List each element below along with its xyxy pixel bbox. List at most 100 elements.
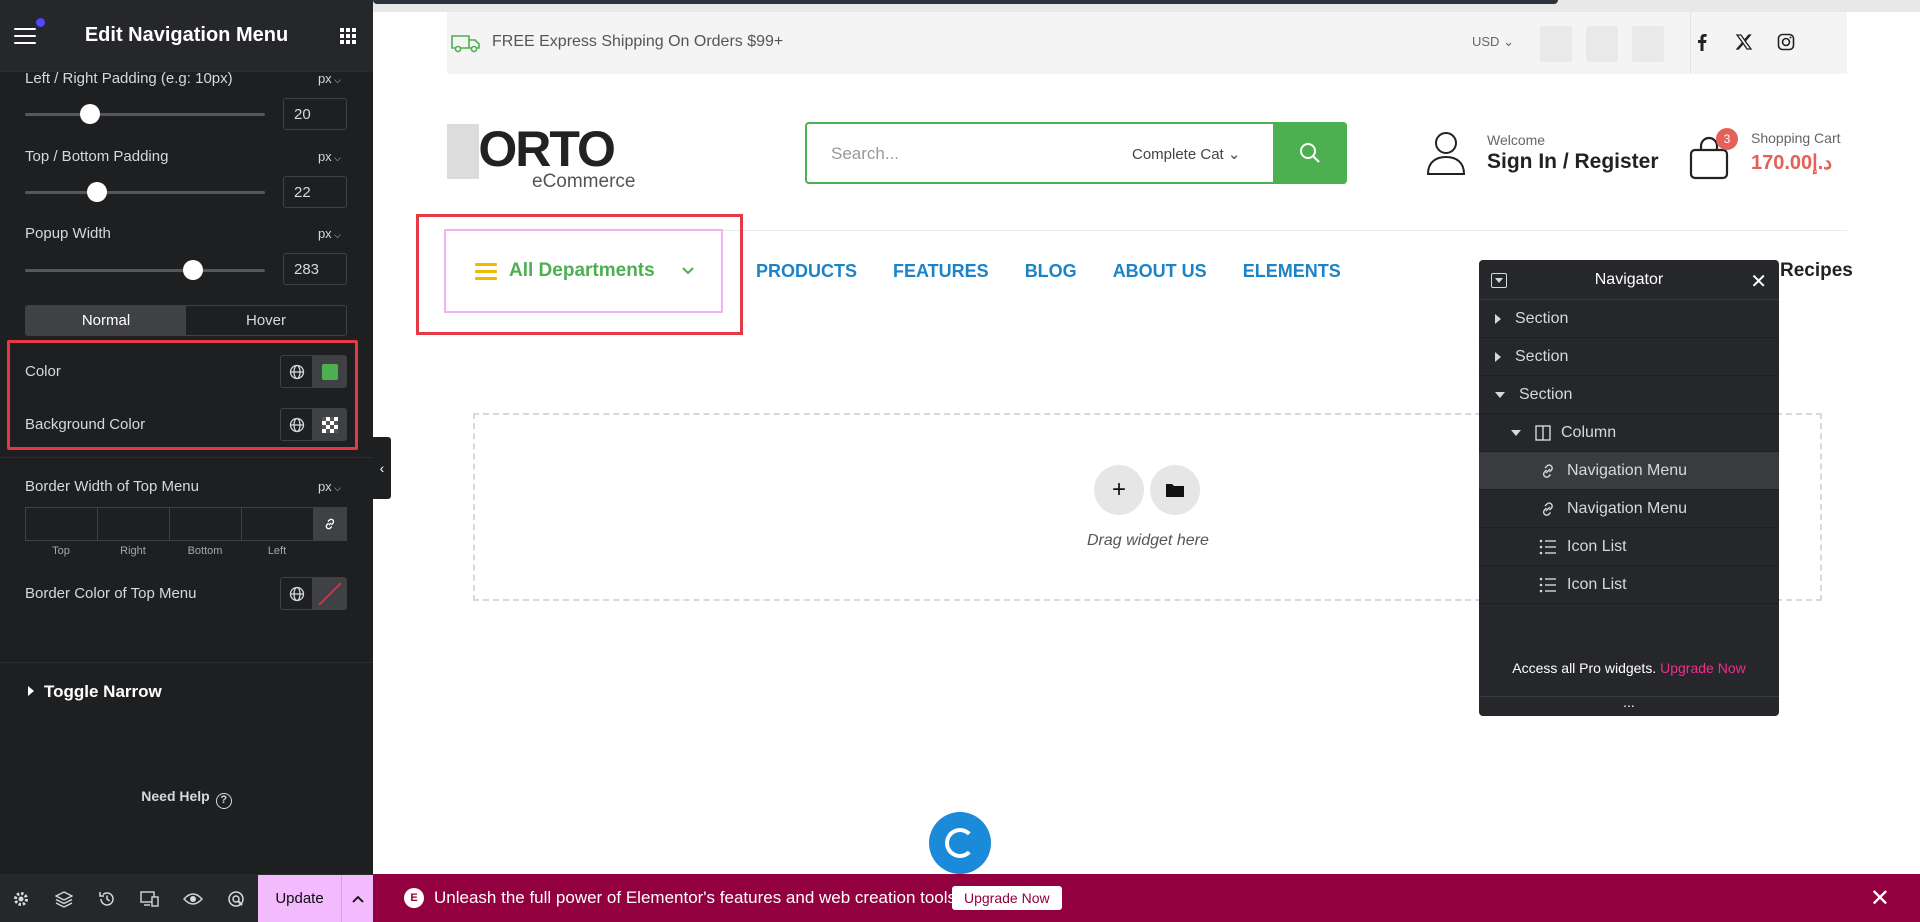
divider	[1690, 12, 1691, 74]
divider	[0, 662, 373, 663]
resize-handle[interactable]: ...	[1479, 695, 1779, 716]
search-bar: Search... Complete Cat ⌄	[805, 122, 1347, 184]
faded-coin-icon[interactable]	[1540, 26, 1572, 62]
recipes-link[interactable]: Recipes	[1780, 260, 1853, 282]
preview-eye-icon[interactable]	[182, 888, 204, 910]
search-category-select[interactable]: Complete Cat ⌄	[1132, 145, 1240, 163]
facebook-icon[interactable]	[1692, 32, 1712, 52]
navigator-item-label: Navigation Menu	[1567, 461, 1688, 479]
tb-padding-input[interactable]: 22	[283, 176, 347, 208]
settings-gear-icon[interactable]	[10, 888, 32, 910]
layers-icon[interactable]	[53, 888, 75, 910]
menu-item-about-us[interactable]: ABOUT US	[1113, 261, 1207, 282]
background-color-picker-button[interactable]	[313, 408, 347, 441]
responsive-mode-icon[interactable]	[139, 888, 161, 910]
shipping-bar: FREE Express Shipping On Orders $99+ USD…	[447, 12, 1847, 74]
logo-placeholder-block	[447, 124, 479, 179]
lr-padding-input[interactable]: 20	[283, 98, 347, 130]
global-colors-button[interactable]	[280, 577, 313, 610]
lr-padding-unit-select[interactable]: px	[318, 71, 341, 86]
list-icon	[1539, 539, 1557, 555]
add-template-folder-icon[interactable]	[1150, 465, 1200, 515]
accessibility-icon[interactable]	[225, 888, 247, 910]
search-button[interactable]	[1273, 122, 1347, 184]
menu-item-features[interactable]: FEATURES	[893, 261, 989, 282]
update-options-button[interactable]	[341, 875, 373, 922]
currency-select[interactable]: USD ⌄	[1472, 34, 1514, 50]
account-link[interactable]: Welcome Sign In / Register	[1425, 130, 1659, 181]
popup-width-unit-select[interactable]: px	[318, 226, 341, 241]
widgets-grid-icon[interactable]	[340, 28, 356, 44]
all-departments-toggle[interactable]: All Departments	[444, 229, 723, 313]
caret-right-icon[interactable]	[1495, 351, 1501, 362]
help-circle-icon: ?	[215, 793, 232, 809]
x-twitter-icon[interactable]	[1734, 32, 1754, 52]
sign-in-register-link[interactable]: Sign In / Register	[1487, 150, 1659, 174]
navigator-item[interactable]: Navigation Menu	[1479, 452, 1779, 490]
globe-icon	[289, 586, 304, 601]
shopping-cart[interactable]: 3 Shopping Cart 170.00د.إ	[1688, 128, 1841, 185]
slider-handle[interactable]	[80, 104, 100, 124]
caret-right-icon[interactable]	[1495, 313, 1501, 324]
close-icon[interactable]: ✕	[1750, 269, 1767, 294]
menu-item-products[interactable]: PRODUCTS	[756, 261, 857, 282]
add-section-plus-icon[interactable]: +	[1094, 465, 1144, 515]
panel-header: Edit Navigation Menu	[0, 0, 373, 72]
popup-width-label: Popup Width	[25, 225, 111, 242]
slider-handle[interactable]	[183, 260, 204, 280]
global-colors-button[interactable]	[280, 355, 313, 388]
promo-message: Unleash the full power of Elementor's fe…	[434, 888, 961, 907]
lr-padding-slider[interactable]	[25, 104, 265, 124]
editor-panel: Edit Navigation Menu Left / Right Paddin…	[0, 0, 373, 922]
popup-width-slider[interactable]	[25, 260, 265, 280]
menu-item-elements[interactable]: ELEMENTS	[1243, 261, 1341, 282]
search-input[interactable]: Search...	[831, 144, 899, 164]
navigator-item[interactable]: Section	[1479, 338, 1779, 376]
border-width-dimensions	[25, 507, 347, 541]
border-bottom-input[interactable]	[169, 507, 241, 541]
popup-width-input[interactable]: 283	[283, 253, 347, 285]
site-logo[interactable]: PORTO eCommerce	[447, 124, 635, 193]
border-color-picker-button[interactable]	[313, 577, 347, 610]
need-help-link[interactable]: Need Help?	[0, 788, 373, 809]
navigator-header[interactable]: Navigator ✕	[1479, 260, 1779, 300]
toggle-narrow-section[interactable]: Toggle Narrow	[28, 682, 162, 702]
navigator-item[interactable]: Column	[1479, 414, 1779, 452]
divider	[0, 457, 373, 458]
navigator-item[interactable]: Navigation Menu	[1479, 490, 1779, 528]
faded-compare-icon[interactable]	[1586, 26, 1618, 62]
slider-handle[interactable]	[86, 182, 107, 202]
navigator-item[interactable]: Icon List	[1479, 566, 1779, 604]
navigator-item[interactable]: Section	[1479, 376, 1779, 414]
tb-padding-slider[interactable]	[25, 182, 265, 202]
border-width-unit-select[interactable]: px	[318, 479, 341, 494]
faded-link-icon[interactable]	[1632, 26, 1664, 62]
tb-padding-unit-select[interactable]: px	[318, 149, 341, 164]
global-colors-button[interactable]	[280, 408, 313, 441]
border-color-control: Border Color of Top Menu	[25, 577, 347, 611]
color-picker-button[interactable]	[313, 355, 347, 388]
caret-down-icon[interactable]	[1495, 391, 1505, 398]
hamburger-menu-icon[interactable]	[14, 28, 36, 44]
link-values-button[interactable]	[313, 507, 347, 541]
cart-label: Shopping Cart	[1751, 130, 1841, 146]
instagram-icon[interactable]	[1776, 32, 1796, 52]
navigator-item[interactable]: Icon List	[1479, 528, 1779, 566]
close-icon[interactable]: ✕	[1870, 884, 1890, 913]
border-top-input[interactable]	[25, 507, 97, 541]
tab-hover[interactable]: Hover	[186, 306, 346, 335]
history-icon[interactable]	[96, 888, 118, 910]
upgrade-now-link[interactable]: Upgrade Now	[1660, 660, 1746, 676]
navigator-item[interactable]: Section	[1479, 300, 1779, 338]
update-button[interactable]: Update	[258, 875, 341, 922]
cart-count-badge: 3	[1716, 128, 1738, 150]
border-right-input[interactable]	[97, 507, 169, 541]
collapse-panel-button[interactable]: ‹	[373, 437, 391, 499]
upgrade-now-button[interactable]: Upgrade Now	[952, 886, 1062, 910]
border-left-input[interactable]	[241, 507, 313, 541]
caret-down-icon[interactable]	[1511, 429, 1521, 436]
cart-amount: 170.00د.إ	[1751, 152, 1833, 174]
tab-normal[interactable]: Normal	[26, 306, 186, 335]
menu-item-blog[interactable]: BLOG	[1025, 261, 1077, 282]
dim-label-left: Left	[267, 545, 287, 557]
